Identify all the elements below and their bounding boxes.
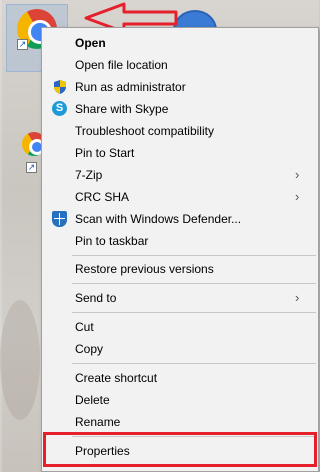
menu-item-label: Send to: [75, 291, 117, 305]
menu-item-label: Scan with Windows Defender...: [75, 212, 242, 226]
menu-item-share-with-skype[interactable]: S Share with Skype: [42, 98, 318, 120]
menu-item-troubleshoot-compatibility[interactable]: Troubleshoot compatibility: [42, 120, 318, 142]
menu-separator: [72, 283, 316, 284]
menu-item-create-shortcut[interactable]: Create shortcut: [42, 367, 318, 389]
menu-item-open[interactable]: Open: [42, 32, 318, 54]
windows-defender-icon: [52, 211, 67, 227]
menu-item-label: Troubleshoot compatibility: [75, 124, 214, 138]
menu-separator: [72, 255, 316, 256]
menu-item-restore-previous-versions[interactable]: Restore previous versions: [42, 258, 318, 280]
menu-item-label: Open file location: [75, 58, 168, 72]
menu-item-crc-sha[interactable]: CRC SHA ›: [42, 186, 318, 208]
chevron-right-icon: ›: [295, 167, 300, 182]
menu-item-label: Create shortcut: [75, 371, 158, 385]
menu-separator: [72, 312, 316, 313]
context-menu: Open Open file location Run as administr…: [41, 27, 319, 472]
menu-item-scan-with-windows-defender[interactable]: Scan with Windows Defender...: [42, 208, 318, 230]
menu-item-delete[interactable]: Delete: [42, 389, 318, 411]
annotation-highlight-box: [43, 432, 317, 467]
chevron-right-icon: ›: [295, 189, 300, 204]
shortcut-arrow-icon: ↗: [17, 39, 28, 50]
menu-item-run-as-administrator[interactable]: Run as administrator: [42, 76, 318, 98]
shortcut-arrow-icon: ↗: [26, 162, 37, 173]
menu-item-label: Pin to Start: [75, 146, 135, 160]
menu-item-label: Pin to taskbar: [75, 234, 149, 248]
chevron-right-icon: ›: [295, 290, 300, 305]
menu-item-rename[interactable]: Rename: [42, 411, 318, 433]
menu-item-copy[interactable]: Copy: [42, 338, 318, 360]
menu-item-label: Rename: [75, 415, 121, 429]
menu-item-label: Open: [75, 36, 106, 50]
menu-item-send-to[interactable]: Send to ›: [42, 287, 318, 309]
menu-item-label: Copy: [75, 342, 104, 356]
menu-item-cut[interactable]: Cut: [42, 316, 318, 338]
menu-item-label: 7-Zip: [75, 168, 103, 182]
menu-item-label: CRC SHA: [75, 190, 130, 204]
menu-item-label: Cut: [75, 320, 94, 334]
menu-item-label: Restore previous versions: [75, 262, 214, 276]
menu-item-pin-to-start[interactable]: Pin to Start: [42, 142, 318, 164]
menu-item-7zip[interactable]: 7-Zip ›: [42, 164, 318, 186]
menu-separator: [72, 363, 316, 364]
skype-icon: S: [52, 101, 67, 116]
menu-item-pin-to-taskbar[interactable]: Pin to taskbar: [42, 230, 318, 252]
menu-item-open-file-location[interactable]: Open file location: [42, 54, 318, 76]
menu-item-label: Run as administrator: [75, 80, 186, 94]
menu-item-label: Share with Skype: [75, 102, 169, 116]
menu-item-label: Delete: [75, 393, 110, 407]
desktop-wallpaper-shape: [0, 300, 40, 420]
uac-shield-icon: [54, 80, 66, 94]
